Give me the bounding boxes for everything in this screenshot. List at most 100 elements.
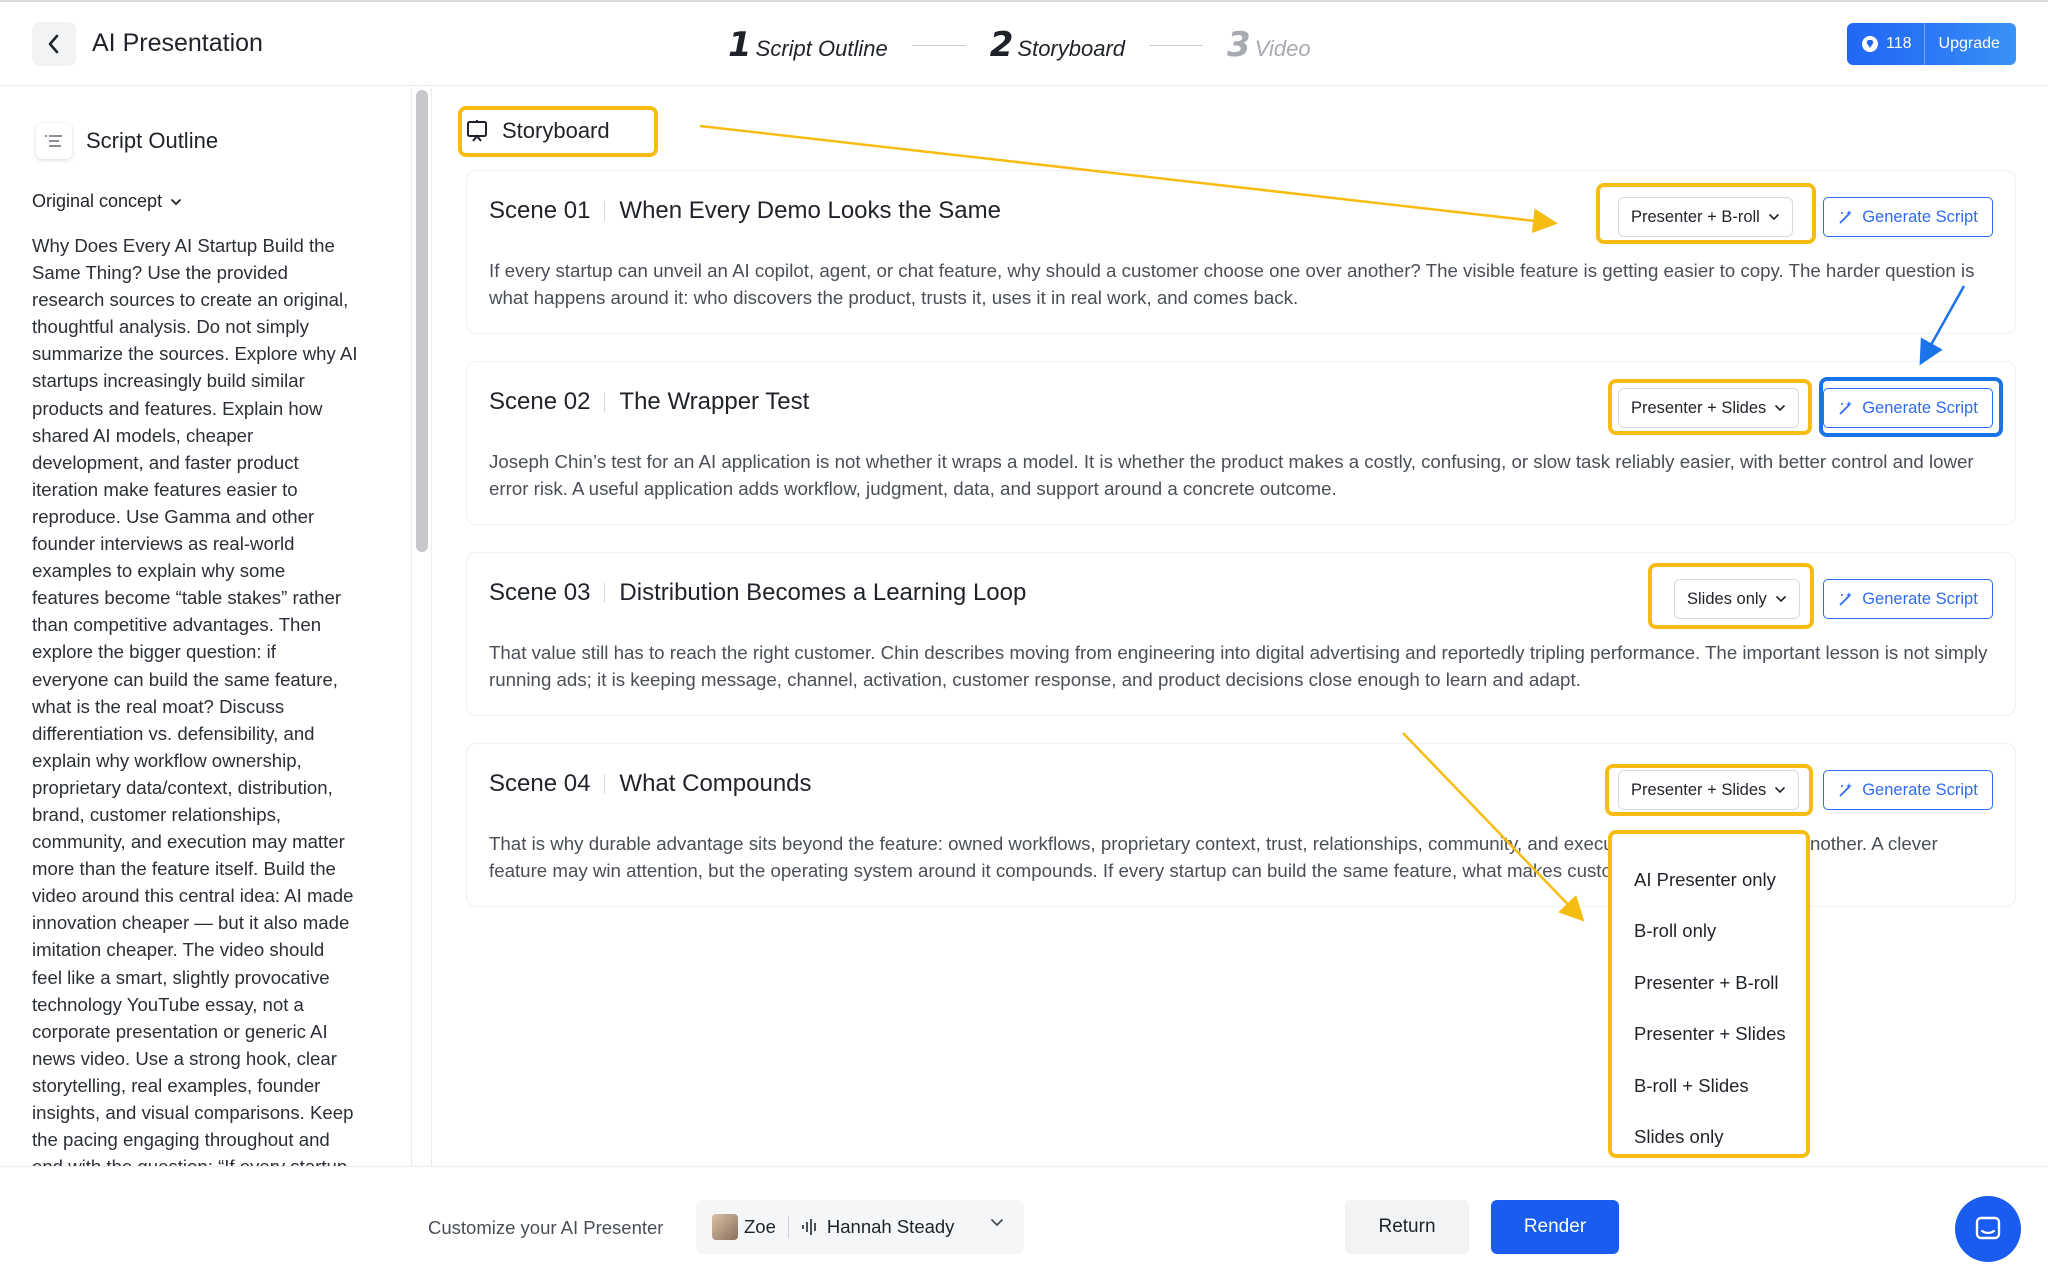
mode-select-value: Presenter + Slides [1631,780,1767,799]
step-storyboard[interactable]: 2 Storyboard [990,25,1125,65]
voice-name: Hannah Steady [826,1216,955,1237]
render-button[interactable]: Render [1491,1200,1619,1254]
chevron-down-icon [1768,213,1779,221]
scene-heading: Scene 02 The Wrapper Test [489,388,809,416]
chat-icon [1975,1216,2001,1240]
generate-script-button[interactable]: Generate Script [1823,388,1993,428]
storyboard-label: Storyboard [502,118,610,143]
concept-line: imitation cheaper. The video should [32,939,325,961]
scene-description: If every startup can unveil an AI copilo… [489,260,1975,308]
concept-text: Why Does Every AI Startup Build the Same… [32,232,392,1167]
concept-line: thoughtful analysis. Do not simply [32,316,309,338]
presentation-board-icon [467,120,487,142]
mode-select-value: Presenter + B-roll [1631,207,1760,226]
generate-script-label: Generate Script [1862,207,1978,226]
chevron-down-icon [1775,595,1786,603]
magic-wand-icon [1839,210,1853,224]
mode-select[interactable]: Slides only [1674,579,1800,619]
upgrade-label: Upgrade [1938,35,2000,52]
concept-line: differentiation vs. defensibility, and [32,722,315,744]
concept-line: end with the question: “If every startup [32,1156,348,1167]
scene-title: What Compounds [619,770,812,797]
concept-toggle[interactable]: Original concept [32,191,182,212]
generate-script-button[interactable]: Generate Script [1823,579,1993,619]
concept-line: Why Does Every AI Startup Build the [32,235,335,256]
mode-select[interactable]: Presenter + B-roll [1618,197,1793,237]
concept-line: video around this central idea: AI made [32,885,354,907]
scene-title: Distribution Becomes a Learning Loop [619,579,1027,606]
concept-line: startups increasingly build similar [32,370,305,392]
mode-option-b-roll-slides[interactable]: B-roll + Slides [1612,1060,1806,1112]
mode-option-presenter-b-roll[interactable]: Presenter + B-roll [1612,957,1806,1009]
credit-count: 118 [1886,35,1912,52]
mode-option-slides-only[interactable]: Slides only [1612,1112,1806,1164]
concept-line: summarize the sources. Explore why AI [32,343,358,365]
credit-icon [1862,36,1878,52]
presenter-name: Zoe [744,1216,776,1237]
storyboard-heading: Storyboard [466,118,610,144]
mode-select-value: Presenter + Slides [1631,398,1767,417]
concept-line: community, and execution may matter [32,831,345,853]
mode-option-b-roll-only[interactable]: B-roll only [1612,906,1806,958]
generate-script-label: Generate Script [1862,398,1978,417]
concept-line: Same Thing? Use the provided [32,262,288,284]
concept-line: the pacing engaging throughout and [32,1129,330,1151]
concept-line: shared AI models, cheaper [32,424,254,446]
concept-line: than competitive advantages. Then [32,614,322,636]
scene-title: When Every Demo Looks the Same [619,197,1001,224]
upgrade-button[interactable]: 118 Upgrade [1847,23,2016,65]
scene-number: Scene 01 [489,197,591,224]
select-divider [787,1216,789,1238]
step-label: Storyboard [1017,36,1126,61]
back-button[interactable] [32,22,76,66]
concept-line: more than the feature itself. Build the [32,858,336,880]
chevron-down-icon [1775,404,1786,412]
concept-line: explore the bigger question: if [32,641,276,663]
presenter-select[interactable]: Zoe Hannah Steady [696,1200,1024,1254]
concept-line: research sources to create an original, [32,289,349,311]
mode-select[interactable]: Presenter + Slides [1618,770,1800,810]
step-script-outline[interactable]: 1 Script Outline [728,25,888,65]
step-video[interactable]: 3 Video [1227,25,1311,65]
sidebar-scrollbar[interactable] [416,90,428,552]
outline-header: Script Outline [36,123,218,159]
footer-bar: Customize your AI Presenter Zoe Hannah S… [0,1166,2048,1285]
chevron-left-icon [48,34,59,54]
scene-heading: Scene 04 What Compounds [489,770,812,798]
scene-description: That value still has to reach the right … [489,642,1988,690]
sidebar-divider [431,87,432,1167]
concept-line: explain why workflow ownership, [32,749,302,771]
concept-line: brand, customer relationships, [32,803,282,825]
return-button[interactable]: Return [1345,1200,1469,1254]
concept-line: development, and faster product [32,451,299,473]
magic-wand-icon [1839,401,1853,415]
credit-balance: 118 [1847,23,1925,65]
scene-number: Scene 04 [489,770,591,797]
step-label: Script Outline [755,36,888,61]
mode-dropdown-menu: AI Presenter only B-roll only Presenter … [1608,830,1810,1158]
scene-card: Scene 03 Distribution Becomes a Learning … [466,552,2016,716]
voice-wave-icon [801,1219,816,1235]
scene-heading: Scene 03 Distribution Becomes a Learning … [489,579,1026,607]
concept-line: products and features. Explain how [32,397,323,419]
app-title: AI Presentation [92,29,263,57]
concept-line: founder interviews as real-world [32,533,295,555]
scene-number: Scene 03 [489,579,591,606]
step-divider [1149,44,1204,46]
concept-line: features become “table stakes” rather [32,587,342,609]
chevron-down-icon [990,1218,1004,1227]
concept-line: examples to explain why some [32,560,286,582]
concept-line: insights, and visual comparisons. Keep [32,1102,354,1123]
step-number: 3 [1227,25,1251,65]
concept-line: everyone can build the same feature, [32,668,338,690]
step-number: 1 [728,25,752,65]
mode-select[interactable]: Presenter + Slides [1618,388,1800,428]
chat-support-button[interactable] [1955,1196,2021,1262]
generate-script-button[interactable]: Generate Script [1823,197,1993,237]
presenter-avatar [712,1214,738,1240]
script-outline-sidebar: Script Outline Original concept Why Does… [0,87,412,1167]
mode-select-value: Slides only [1687,589,1767,608]
mode-option-ai-presenter-only[interactable]: AI Presenter only [1612,854,1806,906]
mode-option-presenter-slides[interactable]: Presenter + Slides [1612,1009,1806,1061]
generate-script-button[interactable]: Generate Script [1823,770,1993,810]
